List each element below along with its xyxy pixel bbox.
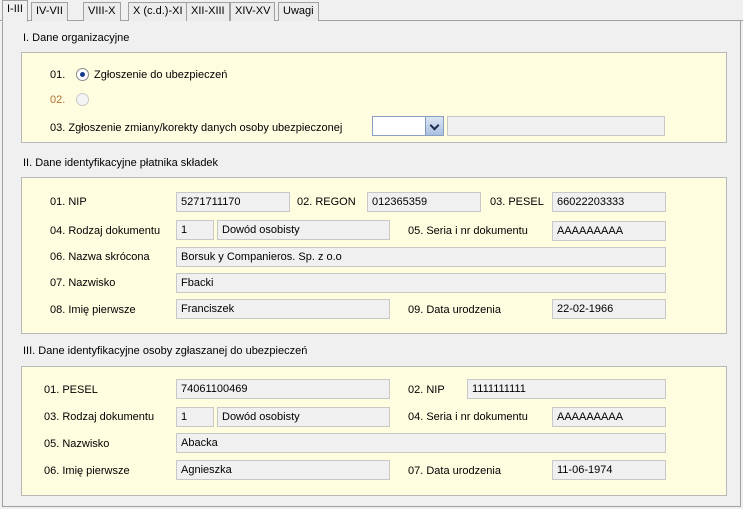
- osoba-doc-serie-label: 04. Seria i nr dokumentu: [408, 411, 528, 423]
- platnik-surname-label: 07. Nazwisko: [50, 277, 116, 289]
- platnik-birthdate-field[interactable]: 22-02-1966: [552, 299, 666, 319]
- platnik-pesel-label: 03. PESEL: [490, 196, 544, 208]
- tab-x-cd-xi[interactable]: X (c.d.)-XI: [128, 2, 188, 21]
- osoba-firstname-field[interactable]: Agnieszka: [176, 460, 390, 480]
- osoba-nip-label: 02. NIP: [408, 384, 445, 396]
- r2-radio[interactable]: [76, 93, 89, 106]
- platnik-regon-field[interactable]: 012365359: [367, 192, 481, 212]
- osoba-firstname-label: 06. Imię pierwsze: [44, 465, 130, 477]
- osoba-birthdate-label: 07. Data urodzenia: [408, 465, 501, 477]
- osoba-doc-type-label: 03. Rodzaj dokumentu: [44, 411, 155, 423]
- section-3-panel: 01. PESEL 74061100469 02. NIP 1111111111…: [21, 366, 727, 496]
- platnik-pesel-field[interactable]: 66022203333: [552, 192, 666, 212]
- chevron-down-icon[interactable]: [425, 117, 443, 135]
- r2-number: 02.: [50, 94, 66, 106]
- r1-number: 01.: [50, 69, 66, 81]
- osoba-surname-label: 05. Nazwisko: [44, 438, 110, 450]
- osoba-birthdate-field[interactable]: 11-06-1974: [552, 460, 666, 480]
- osoba-pesel-field[interactable]: 74061100469: [176, 379, 390, 399]
- osoba-doc-name-field[interactable]: Dowód osobisty: [217, 407, 390, 427]
- platnik-doc-serie-field[interactable]: AAAAAAAAA: [552, 221, 666, 241]
- tab-viii-x[interactable]: VIII-X: [83, 2, 121, 21]
- tab-xii-xiii[interactable]: XII-XIII: [186, 2, 230, 21]
- section-3-title: III. Dane identyfikacyjne osoby zgłaszan…: [23, 345, 308, 357]
- zmiana-korekta-select[interactable]: [372, 116, 444, 136]
- osoba-nip-field[interactable]: 1111111111: [467, 379, 666, 399]
- section-2-title: II. Dane identyfikacyjne płatnika składe…: [23, 157, 219, 169]
- form-page: I. Dane organizacyjne 01. Zgłoszenie do …: [2, 21, 741, 507]
- platnik-doc-serie-label: 05. Seria i nr dokumentu: [408, 225, 528, 237]
- tab-uwagi[interactable]: Uwagi: [278, 2, 319, 21]
- osoba-doc-serie-field[interactable]: AAAAAAAAA: [552, 407, 666, 427]
- platnik-doc-code-field[interactable]: 1: [176, 220, 214, 240]
- platnik-regon-label: 02. REGON: [297, 196, 356, 208]
- osoba-pesel-label: 01. PESEL: [44, 384, 98, 396]
- platnik-short-name-field[interactable]: Borsuk y Companieros. Sp. z o.o: [176, 247, 666, 267]
- platnik-firstname-label: 08. Imię pierwsze: [50, 304, 136, 316]
- section-1-panel: 01. Zgłoszenie do ubezpieczeń 02. 03. Zg…: [21, 52, 727, 143]
- platnik-firstname-field[interactable]: Franciszek: [176, 299, 390, 319]
- platnik-doc-name-field[interactable]: Dowód osobisty: [217, 220, 390, 240]
- zmiana-korekta-label: 03. Zgłoszenie zmiany/korekty danych oso…: [50, 122, 343, 134]
- section-2-panel: 01. NIP 5271711170 02. REGON 012365359 0…: [21, 177, 727, 334]
- section-1-title: I. Dane organizacyjne: [23, 32, 130, 44]
- zgloszenie-label[interactable]: Zgłoszenie do ubezpieczeń: [94, 69, 227, 81]
- tab-bar: I-III IV-VII VIII-X X (c.d.)-XI XII-XIII…: [0, 0, 743, 22]
- platnik-birthdate-label: 09. Data urodzenia: [408, 304, 501, 316]
- zgloszenie-radio[interactable]: [76, 68, 89, 81]
- platnik-doc-type-label: 04. Rodzaj dokumentu: [50, 225, 161, 237]
- platnik-nip-label: 01. NIP: [50, 196, 87, 208]
- platnik-surname-field[interactable]: Fbacki: [176, 273, 666, 293]
- tab-iv-vii[interactable]: IV-VII: [31, 2, 68, 21]
- osoba-surname-field[interactable]: Abacka: [176, 433, 666, 453]
- tab-xiv-xv[interactable]: XIV-XV: [230, 2, 276, 21]
- platnik-short-name-label: 06. Nazwa skrócona: [50, 251, 150, 263]
- platnik-nip-field[interactable]: 5271711170: [176, 192, 290, 212]
- tab-i-iii[interactable]: I-III: [2, 0, 28, 22]
- osoba-doc-code-field[interactable]: 1: [176, 407, 214, 427]
- zmiana-korekta-text[interactable]: [447, 116, 665, 136]
